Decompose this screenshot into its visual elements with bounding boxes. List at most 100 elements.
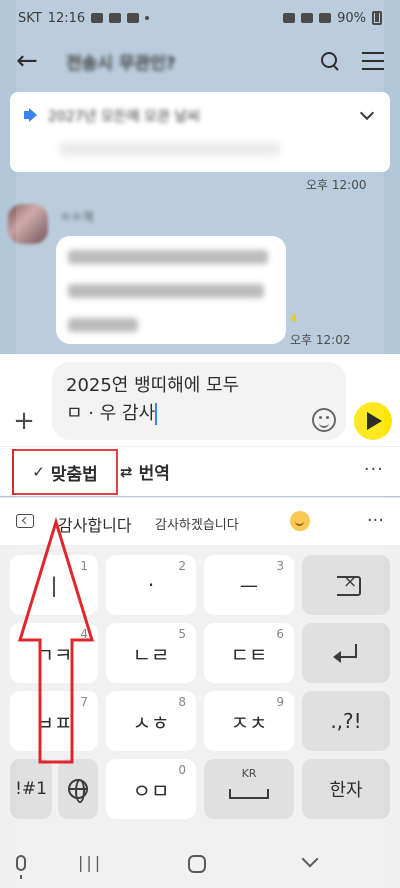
key-vowel-dot[interactable]: · 2 [106,555,196,615]
message-time: 오후 12:02 [290,333,351,347]
emoji-icon[interactable] [312,408,336,432]
chevron-down-icon[interactable] [359,105,375,121]
key-number: 4 [80,627,88,641]
key-label: · [147,573,155,597]
navigation-bar: ||| [0,845,400,888]
microphone-icon[interactable] [16,855,26,879]
key-siot[interactable]: ㅅㅎ 8 [106,691,196,751]
back-arrow-icon[interactable]: ← [16,46,46,76]
key-giyeok[interactable]: ㄱㅋ 4 [10,623,98,683]
hanja-key[interactable]: 한자 [302,759,390,819]
unread-count: 4 [290,312,298,325]
key-label: ㅅㅎ [132,710,170,735]
notification-dot-icon [145,16,150,20]
punctuation-key[interactable]: .,?! [302,691,390,751]
battery-percent: 90% [337,10,366,26]
text-caret [155,403,158,425]
keyboard: |1 ·2 ㅡ3 ㄱㅋ4 ㄴㄹ5 ㄷㅌ6 ㅂㅍ7 ㅅㅎ8 ㅈㅊ9 .,?! !#… [0,545,400,845]
carrier: SKT [18,10,42,26]
key-label: ㄱㅋ [35,642,73,667]
key-label: ㅈㅊ [230,710,268,735]
key-ieung[interactable]: ㅇㅁ 0 [106,759,196,819]
message-input-text: 2025연 뱅띠해에 모두 ㅁ · 우 감사 [66,375,240,424]
spellcheck-label: 맞춤법 [50,464,98,485]
image-icon [109,13,122,23]
key-number: 6 [276,627,284,641]
key-label: ㅇㅁ [132,778,170,803]
send-button[interactable] [354,402,392,440]
chat-header: ← 전송시 무관인? [0,38,400,84]
suggestion-bar: 감사합니다 감사하겠습니다 ··· [0,497,400,545]
key-number: 5 [178,627,186,641]
attach-plus-button[interactable]: + [10,408,38,436]
key-digeut[interactable]: ㄷㅌ 6 [204,623,294,683]
redacted-line [68,250,268,264]
collapse-toolbar-icon[interactable] [16,514,34,528]
key-number: 0 [178,763,186,777]
check-icon: ✓ [32,463,45,481]
space-icon [229,789,269,799]
hotspot-icon [283,13,296,23]
backspace-button[interactable] [302,555,390,615]
key-label: ㅂㅍ [35,710,73,735]
key-number: 9 [276,695,284,709]
signal-icon [319,13,332,23]
notice-card[interactable]: 2027년 모든에 모관 날씨 [10,92,390,172]
key-label: 한자 [329,780,363,801]
status-bar: SKT 12:16 90% [0,0,400,36]
suggestion-item[interactable]: 감사합니다 [58,512,132,536]
swap-arrows-icon: ⇄ [120,462,133,481]
menu-icon[interactable] [362,52,384,70]
notice-text: 2027년 모든에 모관 날씨 [48,109,201,125]
translate-button[interactable]: ⇄ 번역 [120,459,170,485]
key-vowel-stroke[interactable]: | 1 [10,555,98,615]
enter-button[interactable] [302,623,390,683]
sender-name: ㅇㅇ개 [60,210,94,224]
key-bieup[interactable]: ㅂㅍ 7 [10,691,98,751]
home-icon[interactable] [188,855,206,873]
key-vowel-horizontal[interactable]: ㅡ3 [204,555,294,615]
battery-icon [372,11,382,25]
space-key[interactable]: KR [204,759,294,819]
key-jieut[interactable]: ㅈㅊ 9 [204,691,294,751]
search-icon[interactable] [320,51,340,71]
more-options-icon[interactable]: ··· [367,510,384,531]
message-bubble[interactable] [56,236,286,344]
spellcheck-button[interactable]: ✓ 맞춤법 [12,449,118,495]
key-label: .,?! [330,709,362,733]
clock: 12:16 [47,10,86,26]
key-number: 2 [178,559,186,573]
key-label: | [50,573,58,597]
language-key[interactable] [58,759,98,819]
key-label: ㅡ [239,574,259,599]
space-language-label: KR [241,767,257,780]
megaphone-icon [24,108,38,122]
chat-title: 전송시 무관인? [66,53,176,74]
redacted-line [68,318,138,332]
suggestion-item[interactable]: 감사하겠습니다 [155,514,239,533]
backspace-icon [331,572,361,596]
wifi-icon [301,13,314,23]
composer: + 2025연 뱅띠해에 모두 ㅁ · 우 감사 [0,354,400,446]
translate-label: 번역 [138,464,170,484]
key-label: ㄴㄹ [132,642,170,667]
enter-icon [333,644,359,663]
key-number: 3 [276,559,284,573]
avatar[interactable] [8,204,48,244]
key-number: 1 [80,559,88,573]
hide-keyboard-icon[interactable] [301,850,319,868]
notice-redacted-line [60,142,280,156]
message-input[interactable]: 2025연 뱅띠해에 모두 ㅁ · 우 감사 [52,362,346,440]
smiling-face-emoji-icon[interactable] [290,511,310,531]
key-number: 8 [178,695,186,709]
recent-apps-icon[interactable]: ||| [78,853,103,872]
chat-bubble-icon [91,13,104,23]
keyboard-toolbar: ✓ 맞춤법 ⇄ 번역 ··· [0,446,400,496]
mail-icon [127,13,140,23]
more-options-icon[interactable]: ··· [364,459,384,480]
redacted-line [68,284,264,298]
key-number: 7 [80,695,88,709]
symbols-key[interactable]: !#1 [10,759,52,819]
key-nieun[interactable]: ㄴㄹ 5 [106,623,196,683]
key-label: ㄷㅌ [230,642,268,667]
